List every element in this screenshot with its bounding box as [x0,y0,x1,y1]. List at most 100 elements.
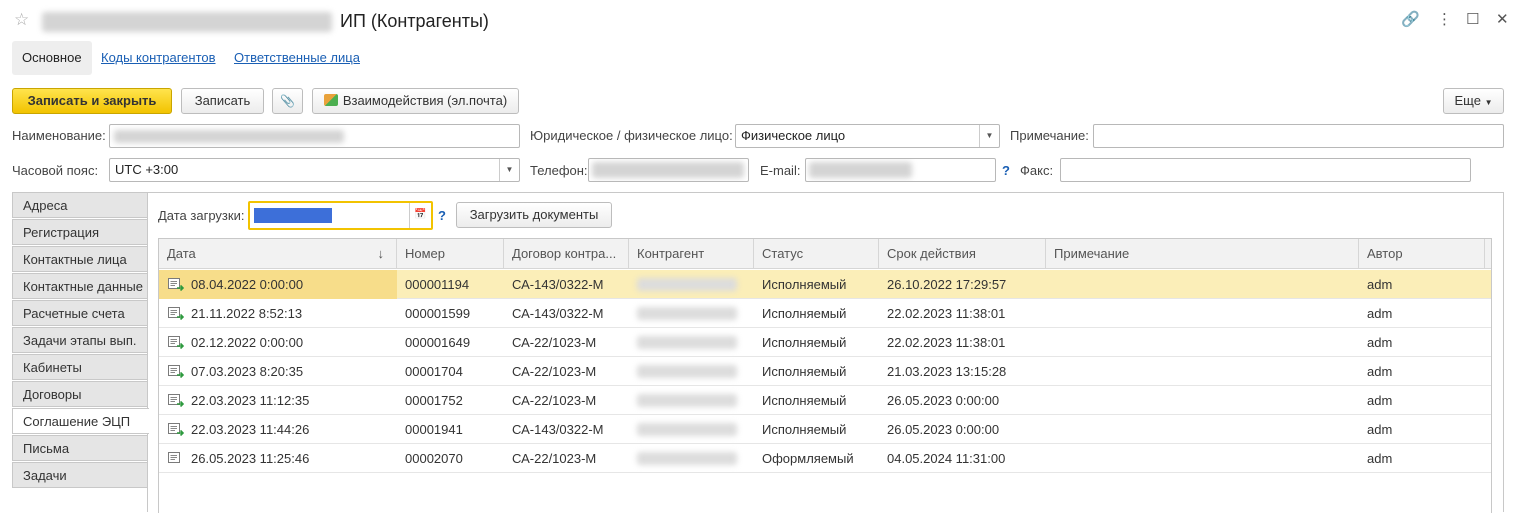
legal-type-label: Юридическое / физическое лицо: [530,128,733,143]
table-row[interactable]: 22.03.2023 11:12:35 00001752 СА-22/1023-М И… [159,386,1491,415]
cell-author: adm [1367,335,1393,350]
doc-arrow-icon [168,365,185,379]
load-date-field[interactable]: 📅 [248,201,433,230]
cell-contract: СА-22/1023-М [512,393,597,408]
redacted-blur [637,336,737,349]
cell-status: Исполняемый [762,277,847,292]
cell-contract: СА-143/0322-М [512,277,604,292]
tab-responsible-persons[interactable]: Ответственные лица [224,41,370,75]
side-tab-addresses[interactable]: Адреса [12,192,148,218]
cell-status: Исполняемый [762,335,847,350]
cell-number: 00002070 [405,451,463,466]
chevron-down-icon[interactable]: ▼ [979,125,999,147]
timezone-select[interactable]: UTC +3:00 ▼ [109,158,520,182]
column-header-status[interactable]: Статус [754,239,879,269]
cell-date: 22.03.2023 11:12:35 [191,393,310,408]
cell-date: 26.05.2023 11:25:46 [191,451,310,466]
link-icon[interactable]: 🔗 [1401,10,1420,28]
eds-agreements-table[interactable]: Дата ↓ Номер Договор контра... Контрагент… [158,238,1492,513]
cell-status: Исполняемый [762,364,847,379]
cell-date: 07.03.2023 8:20:35 [191,364,304,379]
side-tab-contact-data[interactable]: Контактные данные [12,273,148,299]
column-header-author[interactable]: Автор [1359,239,1485,269]
more-icon[interactable]: ⋮ [1437,10,1452,28]
favorite-star-icon[interactable]: ☆ [14,10,29,30]
table-row[interactable]: 02.12.2022 0:00:00 000001649 СА-22/1023-М И… [159,328,1491,357]
load-documents-button[interactable]: Загрузить документы [456,202,612,228]
cell-note [1046,444,1359,473]
save-button[interactable]: Записать [181,88,264,114]
table-row[interactable]: 07.03.2023 8:20:35 00001704 СА-22/1023-М Ис… [159,357,1491,386]
load-date-selection [254,208,332,223]
table-row[interactable]: 22.03.2023 11:44:26 00001941 СА-143/0322-М… [159,415,1491,444]
maximize-icon[interactable]: ☐ [1466,10,1479,28]
cell-valid: 22.02.2023 11:38:01 [887,306,1006,321]
cell-author: adm [1367,393,1393,408]
side-tab-cabinets[interactable]: Кабинеты [12,354,148,380]
column-header-counterparty[interactable]: Контрагент [629,239,754,269]
chevron-down-icon: ▼ [1484,98,1493,107]
cell-counterparty-redacted [629,444,754,473]
column-header-note[interactable]: Примечание [1046,239,1359,269]
side-tab-contracts[interactable]: Договоры [12,381,148,407]
side-tab-contact-persons[interactable]: Контактные лица [12,246,148,272]
cell-status: Исполняемый [762,306,847,321]
name-field[interactable] [109,124,520,148]
side-tab-bank-accounts[interactable]: Расчетные счета [12,300,148,326]
column-header-contract[interactable]: Договор контра... [504,239,629,269]
doc-arrow-icon [168,394,185,408]
email-help-icon[interactable]: ? [1002,163,1010,178]
note-label: Примечание: [1010,128,1089,143]
chevron-down-icon[interactable]: ▼ [499,159,519,181]
cell-author: adm [1367,277,1393,292]
doc-arrow-icon [168,336,185,350]
side-tab-registration[interactable]: Регистрация [12,219,148,245]
cell-counterparty-redacted [629,328,754,357]
cell-author: adm [1367,451,1393,466]
column-header-date[interactable]: Дата ↓ [159,239,397,269]
cell-number: 000001599 [405,306,471,321]
column-header-validity[interactable]: Срок действия [879,239,1046,269]
cell-date: 02.12.2022 0:00:00 [191,335,304,350]
cell-counterparty-redacted [629,357,754,386]
side-tab-tasks-stages[interactable]: Задачи этапы вып. [12,327,148,353]
side-tab-letters[interactable]: Письма [12,435,148,461]
phone-field[interactable] [588,158,749,182]
doc-arrow-icon [168,278,185,292]
table-row[interactable]: 26.05.2023 11:25:46 00002070 СА-22/1023-М О… [159,444,1491,473]
more-button[interactable]: Еще ▼ [1443,88,1504,114]
legal-type-select[interactable]: Физическое лицо ▼ [735,124,1000,148]
close-icon[interactable]: ✕ [1496,10,1509,28]
interactions-label: Взаимодействия (эл.почта) [342,93,508,108]
doc-arrow-icon [168,423,185,437]
table-header: Дата ↓ Номер Договор контра... Контрагент… [159,239,1491,269]
calendar-icon[interactable]: 📅 [409,203,431,228]
cell-valid: 04.05.2024 11:31:00 [887,451,1006,466]
cell-contract: СА-143/0322-М [512,422,604,437]
load-help-icon[interactable]: ? [438,208,446,223]
side-tab-tasks[interactable]: Задачи [12,462,148,488]
load-date-label: Дата загрузки: [158,208,245,223]
cell-number: 00001704 [405,364,463,379]
cell-valid: 26.05.2023 0:00:00 [887,393,1000,408]
note-field[interactable] [1093,124,1504,148]
cell-valid: 26.10.2022 17:29:57 [887,277,1007,292]
cell-counterparty-redacted [629,415,754,444]
cell-valid: 26.05.2023 0:00:00 [887,422,1000,437]
cell-note [1046,357,1359,386]
email-field[interactable] [805,158,996,182]
cell-number: 000001194 [405,277,470,292]
fax-field[interactable] [1060,158,1471,182]
tab-main[interactable]: Основное [12,41,92,75]
save-and-close-button[interactable]: Записать и закрыть [12,88,172,114]
side-tab-eds-agreement[interactable]: Соглашение ЭЦП [12,408,149,434]
cell-valid: 21.03.2023 13:15:28 [887,364,1007,379]
table-row[interactable]: 08.04.2022 0:00:00 000001194 СА-143/0322-М… [159,270,1491,299]
table-row[interactable]: 21.11.2022 8:52:13 000001599 СА-143/0322-М… [159,299,1491,328]
cell-author: adm [1367,422,1393,437]
column-header-number[interactable]: Номер [397,239,504,269]
tab-contractor-codes[interactable]: Коды контрагентов [91,41,226,75]
redacted-blur [637,423,737,436]
attach-button[interactable]: 📎 [272,88,303,114]
interactions-button[interactable]: Взаимодействия (эл.почта) [312,88,519,114]
